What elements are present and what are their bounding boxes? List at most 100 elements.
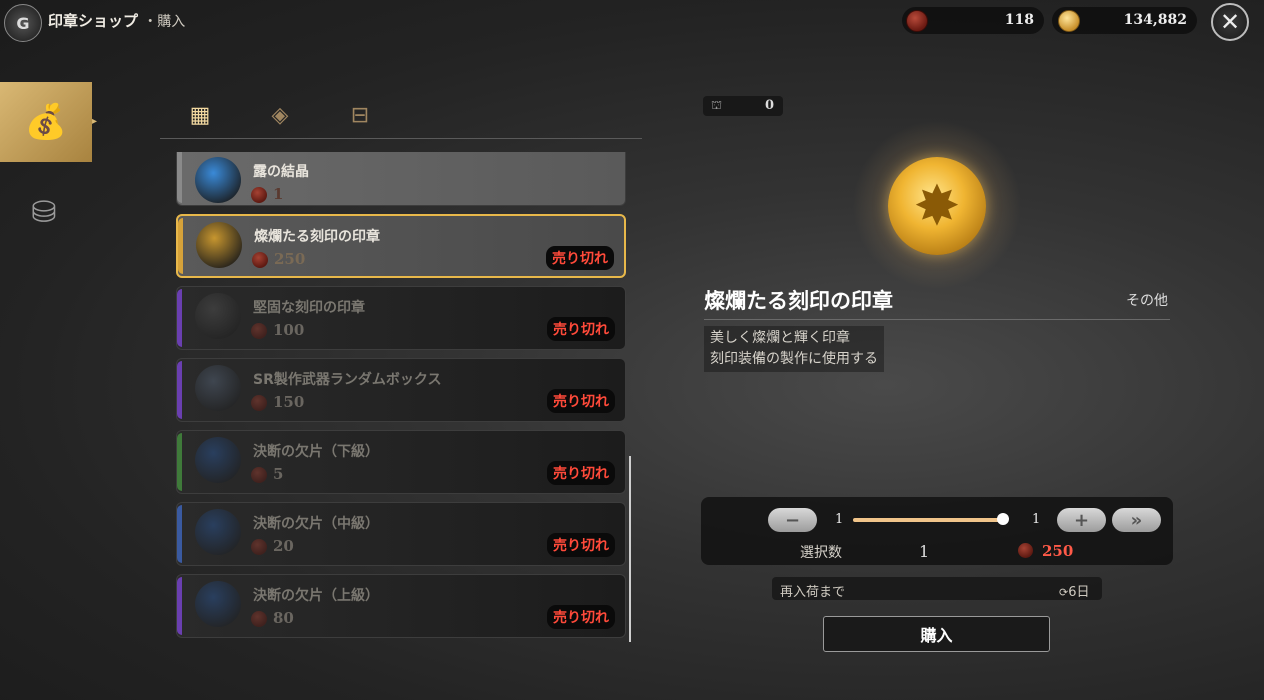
rarity-edge bbox=[177, 152, 182, 203]
coin-stack-icon: ⛁ bbox=[31, 194, 57, 230]
shop-item-row[interactable]: 燦爛たる刻印の印章 250 売り切れ bbox=[176, 214, 626, 278]
red-seal-coin-icon bbox=[251, 611, 267, 627]
shop-logo: G bbox=[4, 4, 42, 42]
item-price: 20 bbox=[273, 537, 294, 555]
active-indicator-icon: ▸ bbox=[92, 116, 98, 127]
item-icon bbox=[195, 437, 241, 483]
rarity-edge bbox=[178, 218, 183, 274]
item-name: 露の結晶 bbox=[253, 164, 309, 180]
currency-gold: 134,882 bbox=[1052, 7, 1197, 34]
decrease-button[interactable]: − bbox=[768, 508, 817, 532]
shop-item-row[interactable]: 決断の欠片（上級） 80 売り切れ bbox=[176, 574, 626, 638]
item-price: 250 bbox=[274, 250, 306, 268]
red-seal-coin-icon bbox=[252, 252, 268, 268]
item-price: 1 bbox=[273, 185, 284, 203]
rarity-edge bbox=[177, 505, 182, 563]
item-icon bbox=[195, 509, 241, 555]
item-name: 決断の欠片（中級） bbox=[253, 516, 379, 532]
restock-days: 6日 bbox=[1068, 585, 1090, 600]
item-icon bbox=[195, 157, 241, 203]
close-button[interactable]: ✕ bbox=[1211, 3, 1249, 41]
red-seal-coin-icon bbox=[251, 187, 267, 203]
quantity-max: 1 bbox=[1032, 512, 1041, 527]
detail-divider bbox=[704, 319, 1170, 320]
shop-item-row[interactable]: 決断の欠片（中級） 20 売り切れ bbox=[176, 502, 626, 566]
detail-item-name: 燦爛たる刻印の印章 bbox=[704, 289, 893, 313]
shop-item-row[interactable]: 露の結晶 1 bbox=[176, 152, 626, 206]
red-seal-coin-icon bbox=[906, 10, 928, 32]
buy-button[interactable]: 購入 bbox=[823, 616, 1050, 652]
title-subtitle: ・購入 bbox=[143, 14, 186, 30]
title-main: 印章ショップ bbox=[48, 12, 139, 30]
rarity-edge bbox=[177, 577, 182, 635]
sold-out-badge: 売り切れ bbox=[547, 533, 615, 557]
item-price: 100 bbox=[273, 321, 305, 339]
rarity-edge bbox=[177, 361, 182, 419]
sold-out-badge: 売り切れ bbox=[547, 605, 615, 629]
owned-count-value: 0 bbox=[765, 98, 775, 113]
red-seal-coin-icon bbox=[251, 467, 267, 483]
sold-out-badge: 売り切れ bbox=[546, 246, 614, 270]
red-seal-coin-icon bbox=[1018, 543, 1033, 558]
detail-description: 美しく燦爛と輝く印章 刻印装備の製作に使用する bbox=[704, 326, 884, 372]
quantity-min: 1 bbox=[835, 512, 844, 527]
max-button[interactable]: » bbox=[1112, 508, 1161, 532]
item-name: 決断の欠片（下級） bbox=[253, 444, 379, 460]
side-nav-item-shop[interactable]: 💰 bbox=[0, 82, 92, 162]
item-price: 5 bbox=[273, 465, 284, 483]
sold-out-badge: 売り切れ bbox=[547, 317, 615, 341]
tab-all[interactable]: ▦ bbox=[185, 100, 215, 130]
gold-coin-icon bbox=[1058, 10, 1080, 32]
item-icon bbox=[196, 222, 242, 268]
item-icon bbox=[195, 581, 241, 627]
pouch-icon: ◈ bbox=[271, 102, 289, 128]
red-seal-coin-icon bbox=[251, 539, 267, 555]
item-name: SR製作武器ランダムボックス bbox=[253, 372, 442, 388]
scrollbar[interactable] bbox=[629, 456, 631, 642]
gold-seal-icon: ✸ bbox=[888, 157, 986, 255]
close-icon: ✕ bbox=[1219, 8, 1241, 36]
total-price: 250 bbox=[1042, 542, 1074, 560]
currency-red-seal: 118 bbox=[902, 7, 1044, 34]
description-line: 刻印装備の製作に使用する bbox=[710, 351, 878, 367]
slider-handle[interactable] bbox=[997, 513, 1009, 525]
description-line: 美しく燦爛と輝く印章 bbox=[710, 330, 850, 346]
restock-value: ⟳6日 bbox=[1059, 581, 1090, 600]
quantity-slider[interactable] bbox=[853, 518, 1003, 522]
increase-button[interactable]: + bbox=[1057, 508, 1106, 532]
red-seal-coin-icon bbox=[251, 395, 267, 411]
detail-category: その他 bbox=[1126, 293, 1168, 309]
sold-out-badge: 売り切れ bbox=[547, 389, 615, 413]
chest-icon: ⊟ bbox=[350, 102, 370, 128]
tab-pouch[interactable]: ◈ bbox=[265, 100, 295, 130]
item-name: 決断の欠片（上級） bbox=[253, 588, 379, 604]
tab-divider bbox=[160, 138, 642, 139]
currency-value: 118 bbox=[1004, 12, 1034, 28]
item-name: 堅固な刻印の印章 bbox=[253, 300, 365, 316]
owned-count: ⛫ 0 bbox=[703, 96, 783, 116]
selected-count-value: 1 bbox=[919, 542, 930, 561]
rarity-edge bbox=[177, 433, 182, 491]
red-seal-coin-icon bbox=[251, 323, 267, 339]
grid-icon: ▦ bbox=[189, 102, 211, 128]
item-price: 80 bbox=[273, 609, 294, 627]
shop-item-row[interactable]: SR製作武器ランダムボックス 150 売り切れ bbox=[176, 358, 626, 422]
item-icon bbox=[195, 365, 241, 411]
sold-out-badge: 売り切れ bbox=[547, 461, 615, 485]
item-name: 燦爛たる刻印の印章 bbox=[254, 229, 380, 245]
item-price: 150 bbox=[273, 393, 305, 411]
quantity-panel bbox=[701, 497, 1173, 565]
restock-label: 再入荷まで bbox=[780, 585, 846, 600]
page-title: 印章ショップ ・購入 bbox=[48, 10, 185, 31]
shop-item-row[interactable]: 決断の欠片（下級） 5 売り切れ bbox=[176, 430, 626, 494]
side-nav-item-coins[interactable]: ⛁ bbox=[22, 190, 66, 234]
inventory-icon: ⛫ bbox=[711, 98, 723, 112]
selected-count-label: 選択数 bbox=[800, 545, 842, 561]
refresh-icon: ⟳ bbox=[1059, 586, 1069, 599]
shop-item-row[interactable]: 堅固な刻印の印章 100 売り切れ bbox=[176, 286, 626, 350]
money-bag-icon: 💰 bbox=[24, 102, 68, 142]
tab-chest[interactable]: ⊟ bbox=[345, 100, 375, 130]
item-icon bbox=[195, 293, 241, 339]
rarity-edge bbox=[177, 289, 182, 347]
item-list[interactable]: 露の結晶 1 燦爛たる刻印の印章 250 売り切れ 堅固な刻印の印章 100 売り切れ SR製作… bbox=[176, 152, 628, 644]
